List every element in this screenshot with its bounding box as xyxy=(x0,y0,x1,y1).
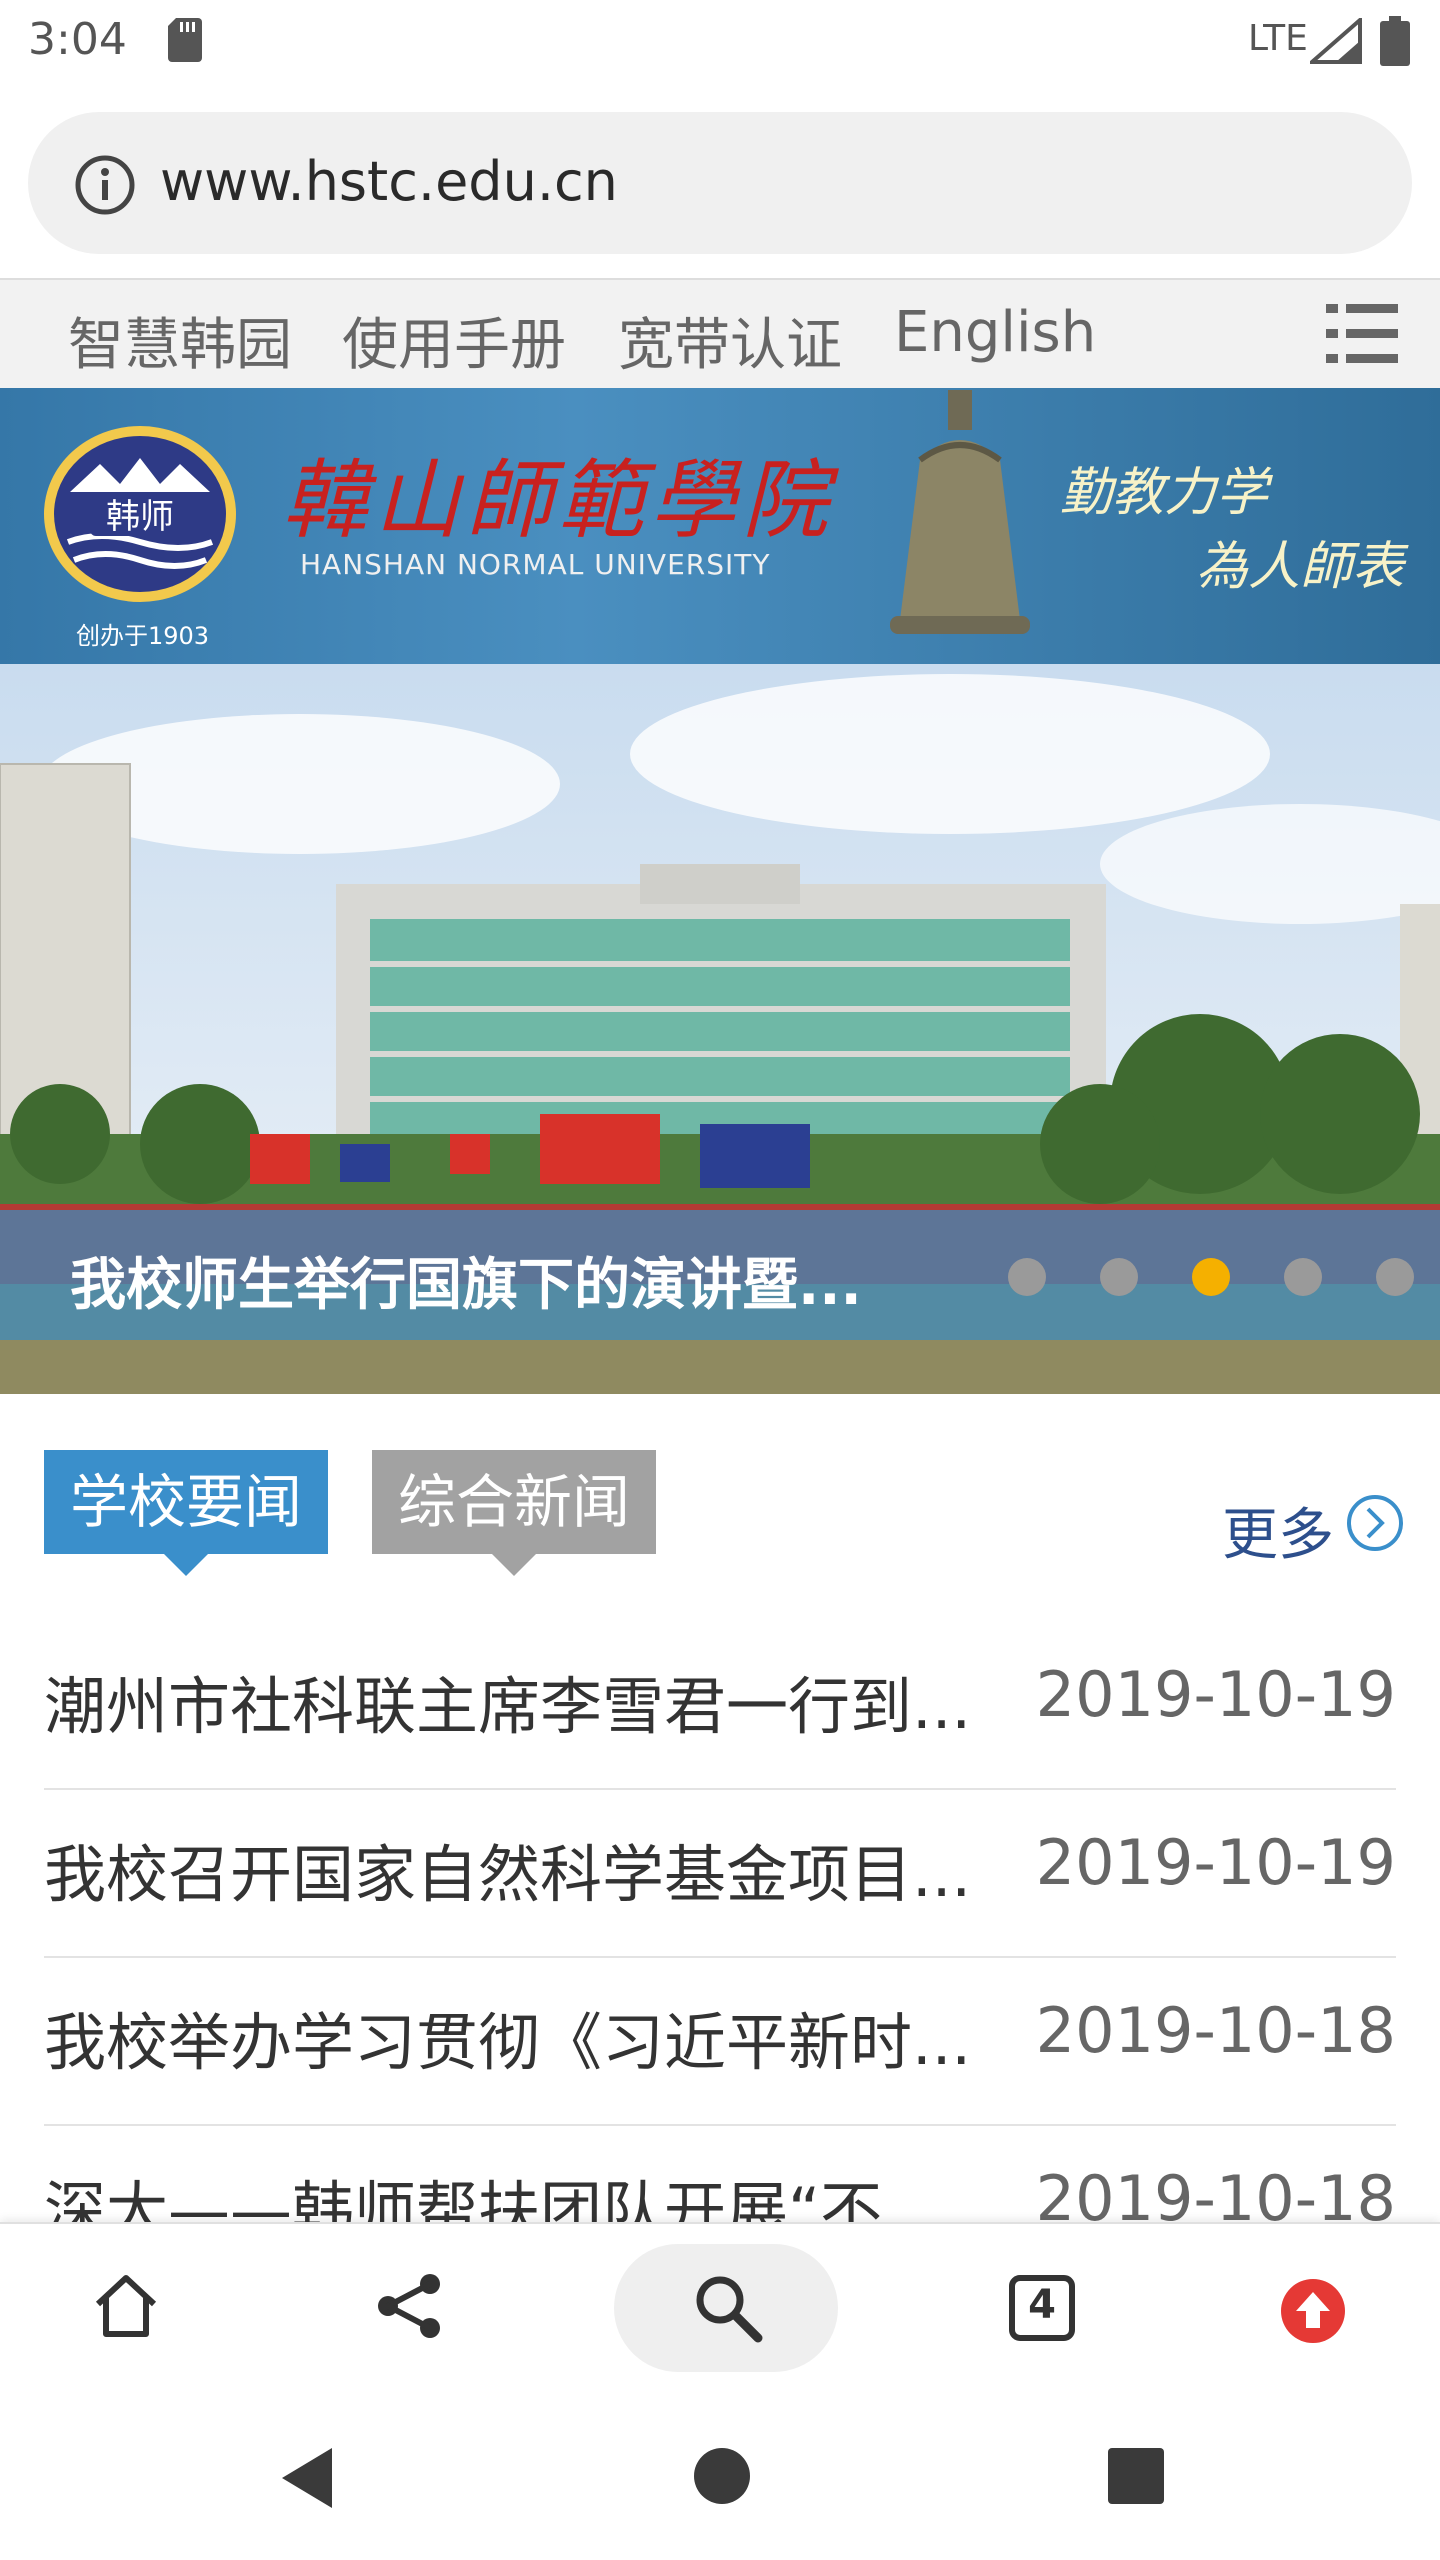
nav-item-smart-campus[interactable]: 智慧韩园 xyxy=(68,300,292,381)
signal-icon xyxy=(1310,18,1362,64)
tab-school-news[interactable]: 学校要闻 xyxy=(44,1450,328,1554)
carousel-dot[interactable] xyxy=(1008,1258,1046,1296)
news-title[interactable]: 我校召开国家自然科学基金项目... xyxy=(44,1824,971,1914)
svg-text:韩师: 韩师 xyxy=(106,497,174,537)
carousel-dot[interactable] xyxy=(1100,1258,1138,1296)
news-item[interactable]: 潮州市社科联主席李雪君一行到... 2019-10-19 xyxy=(44,1620,1396,1790)
carousel-dot-active[interactable] xyxy=(1192,1258,1230,1296)
chevron-right-circle-icon[interactable] xyxy=(1346,1494,1404,1552)
tab-count[interactable]: 4 xyxy=(1006,2282,1078,2328)
news-title[interactable]: 我校举办学习贯彻《习近平新时... xyxy=(44,1992,971,2082)
news-title[interactable]: 潮州市社科联主席李雪君一行到... xyxy=(44,1656,971,1746)
school-name-chinese: 韓山師範學院 xyxy=(282,451,834,551)
bell-icon xyxy=(890,390,1030,634)
university-logo[interactable]: 韩师 xyxy=(40,422,240,606)
update-icon[interactable] xyxy=(1280,2278,1346,2344)
network-type: LTE xyxy=(1248,18,1308,59)
nav-item-manual[interactable]: 使用手册 xyxy=(342,300,566,381)
motto-line-2: 為人師表 xyxy=(1196,537,1405,597)
news-item[interactable]: 我校召开国家自然科学基金项目... 2019-10-19 xyxy=(44,1788,1396,1958)
more-link[interactable]: 更多 xyxy=(1222,1490,1334,1571)
home-icon[interactable] xyxy=(90,2270,162,2342)
news-date: 2019-10-18 xyxy=(1035,1994,1396,2067)
back-icon[interactable] xyxy=(276,2444,336,2512)
nav-item-broadband[interactable]: 宽带认证 xyxy=(618,300,842,381)
motto-line-1: 勤教力学 xyxy=(1060,463,1269,523)
carousel-dot[interactable] xyxy=(1284,1258,1322,1296)
status-time: 3:04 xyxy=(28,14,127,65)
school-name-english: HANSHAN NORMAL UNIVERSITY xyxy=(300,548,771,581)
url-text[interactable]: www.hstc.edu.cn xyxy=(160,150,618,213)
info-icon[interactable] xyxy=(74,154,136,216)
search-icon[interactable] xyxy=(690,2270,766,2346)
share-icon[interactable] xyxy=(374,2270,446,2342)
news-date: 2019-10-19 xyxy=(1035,1658,1396,1731)
nav-item-english[interactable]: English xyxy=(894,300,1096,365)
menu-icon[interactable] xyxy=(1326,302,1398,364)
tab-general-news[interactable]: 综合新闻 xyxy=(372,1450,656,1554)
founded-text: 创办于1903 xyxy=(76,622,210,650)
recent-apps-icon[interactable] xyxy=(1108,2448,1164,2504)
system-home-icon[interactable] xyxy=(694,2448,750,2504)
tab-pointer xyxy=(164,1554,208,1576)
carousel-dot[interactable] xyxy=(1376,1258,1414,1296)
tab-pointer xyxy=(492,1554,536,1576)
battery-icon xyxy=(1380,16,1410,66)
sd-card-icon xyxy=(168,18,202,62)
news-date: 2019-10-19 xyxy=(1035,1826,1396,1899)
carousel-caption[interactable]: 我校师生举行国旗下的演讲暨... xyxy=(70,1240,862,1321)
status-bar xyxy=(0,0,1440,84)
news-item[interactable]: 我校举办学习贯彻《习近平新时... 2019-10-18 xyxy=(44,1956,1396,2126)
